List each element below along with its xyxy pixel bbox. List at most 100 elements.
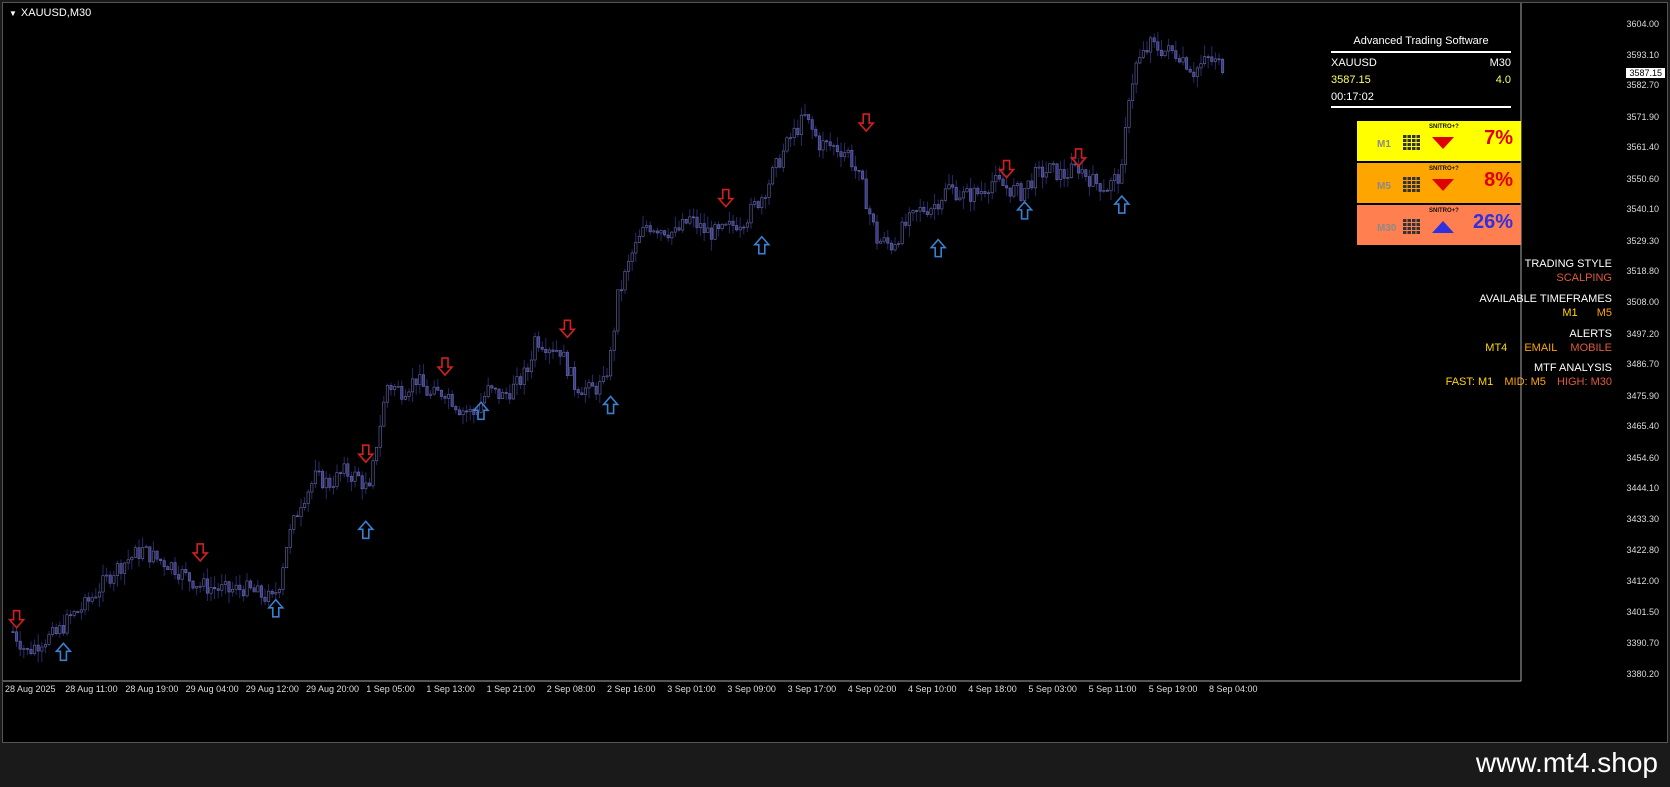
candle: [346, 457, 350, 483]
candle: [393, 383, 397, 397]
candle: [447, 388, 451, 410]
mtf-high: HIGH: M30: [1556, 376, 1612, 388]
candle: [652, 229, 656, 234]
candle: [699, 213, 703, 236]
candle: [623, 268, 627, 294]
down-triangle-icon: [1432, 137, 1454, 149]
candle: [148, 546, 152, 569]
candle: [515, 367, 519, 395]
candle: [436, 378, 440, 391]
candle: [274, 582, 278, 601]
candle: [853, 155, 857, 179]
buy-signal-arrow-icon: [601, 395, 620, 415]
chart-window[interactable]: ▼ XAUUSD,M30 Advanced Trading Software XA…: [2, 2, 1668, 743]
candle: [1213, 52, 1217, 70]
candle: [598, 374, 602, 404]
candle: [1120, 158, 1124, 184]
candle: [688, 209, 692, 226]
buy-signal-arrow-icon: [267, 598, 285, 618]
candle: [551, 341, 555, 359]
signal-box-m30: M30 SNITRO+? 26%: [1357, 205, 1521, 245]
candle: [97, 583, 101, 607]
time-tick-label: 5 Sep 19:00: [1148, 684, 1198, 694]
candle: [450, 390, 454, 408]
candle: [533, 332, 537, 368]
dropdown-triangle-icon[interactable]: ▼: [9, 9, 17, 18]
candle: [555, 340, 559, 353]
alerts-label: ALERTS: [1569, 328, 1612, 340]
info-timeframes: AVAILABLE TIMEFRAMES M1 M5: [1479, 293, 1612, 319]
chart-symbol-title: ▼ XAUUSD,M30: [9, 7, 91, 19]
candle: [69, 610, 73, 625]
buy-signal-arrow-icon: [54, 642, 73, 662]
candle: [889, 240, 893, 255]
candle: [843, 143, 847, 162]
sell-signal-arrow-icon: [436, 357, 454, 377]
candle: [1069, 152, 1073, 179]
candle: [756, 200, 760, 210]
candle: [1109, 177, 1113, 201]
candle: [191, 580, 195, 591]
mtf-label: MTF ANALYSIS: [1533, 362, 1612, 374]
price-tick-label: 3561.40: [1626, 142, 1659, 153]
candle: [231, 581, 235, 597]
time-tick-label: 1 Sep 05:00: [366, 684, 415, 694]
candle: [151, 541, 155, 564]
price-chart[interactable]: [3, 3, 1667, 742]
candle: [1037, 160, 1041, 178]
candle: [933, 193, 937, 220]
candle: [285, 547, 289, 569]
candle: [965, 183, 969, 193]
price-tick-label: 3604.00: [1626, 18, 1659, 29]
candle: [371, 456, 375, 489]
candle: [130, 555, 134, 569]
candle: [234, 576, 238, 596]
info-mtf: MTF ANALYSIS FAST: M1 MID: M5 HIGH: M30: [1446, 362, 1612, 388]
candle: [637, 229, 641, 243]
candle: [252, 584, 256, 593]
candle: [454, 404, 458, 414]
price-tick-label: 3433.30: [1626, 514, 1659, 525]
candle: [619, 280, 623, 302]
candle: [490, 384, 494, 394]
candle: [828, 132, 832, 151]
candle: [882, 232, 886, 244]
candle: [411, 367, 415, 403]
candle: [429, 389, 433, 399]
candle: [1051, 160, 1055, 173]
price-tick-label: 3380.20: [1626, 668, 1659, 679]
candle: [1206, 54, 1210, 69]
candle: [61, 614, 65, 636]
sell-signal-arrow-icon: [357, 444, 375, 464]
candle: [767, 179, 771, 206]
sell-signal-arrow-icon: [558, 319, 577, 339]
candle: [25, 647, 29, 656]
candle: [562, 344, 566, 357]
candle: [306, 489, 310, 512]
candle: [166, 564, 170, 571]
candle: [184, 561, 188, 576]
price-tick-label: 3571.90: [1626, 111, 1659, 122]
candle: [126, 549, 130, 570]
candle: [695, 209, 699, 235]
candle: [666, 228, 670, 242]
candle: [781, 143, 785, 173]
candle: [907, 207, 911, 237]
candle: [1174, 40, 1178, 62]
candle: [990, 172, 994, 200]
price-tick-label: 3508.00: [1626, 297, 1659, 308]
candle: [331, 475, 335, 495]
candle: [983, 182, 987, 198]
candle: [591, 374, 595, 387]
candle: [270, 589, 274, 598]
candle: [1210, 45, 1214, 66]
candle: [159, 558, 163, 565]
candle: [864, 169, 868, 210]
candle: [1041, 160, 1045, 189]
candle: [187, 571, 191, 592]
price-tick-label: 3486.70: [1626, 359, 1659, 370]
signal-box-m5: M5 SNITRO+? 8%: [1357, 163, 1521, 203]
candle: [976, 185, 980, 197]
time-tick-label: 5 Sep 03:00: [1028, 684, 1077, 694]
candle: [65, 609, 69, 636]
